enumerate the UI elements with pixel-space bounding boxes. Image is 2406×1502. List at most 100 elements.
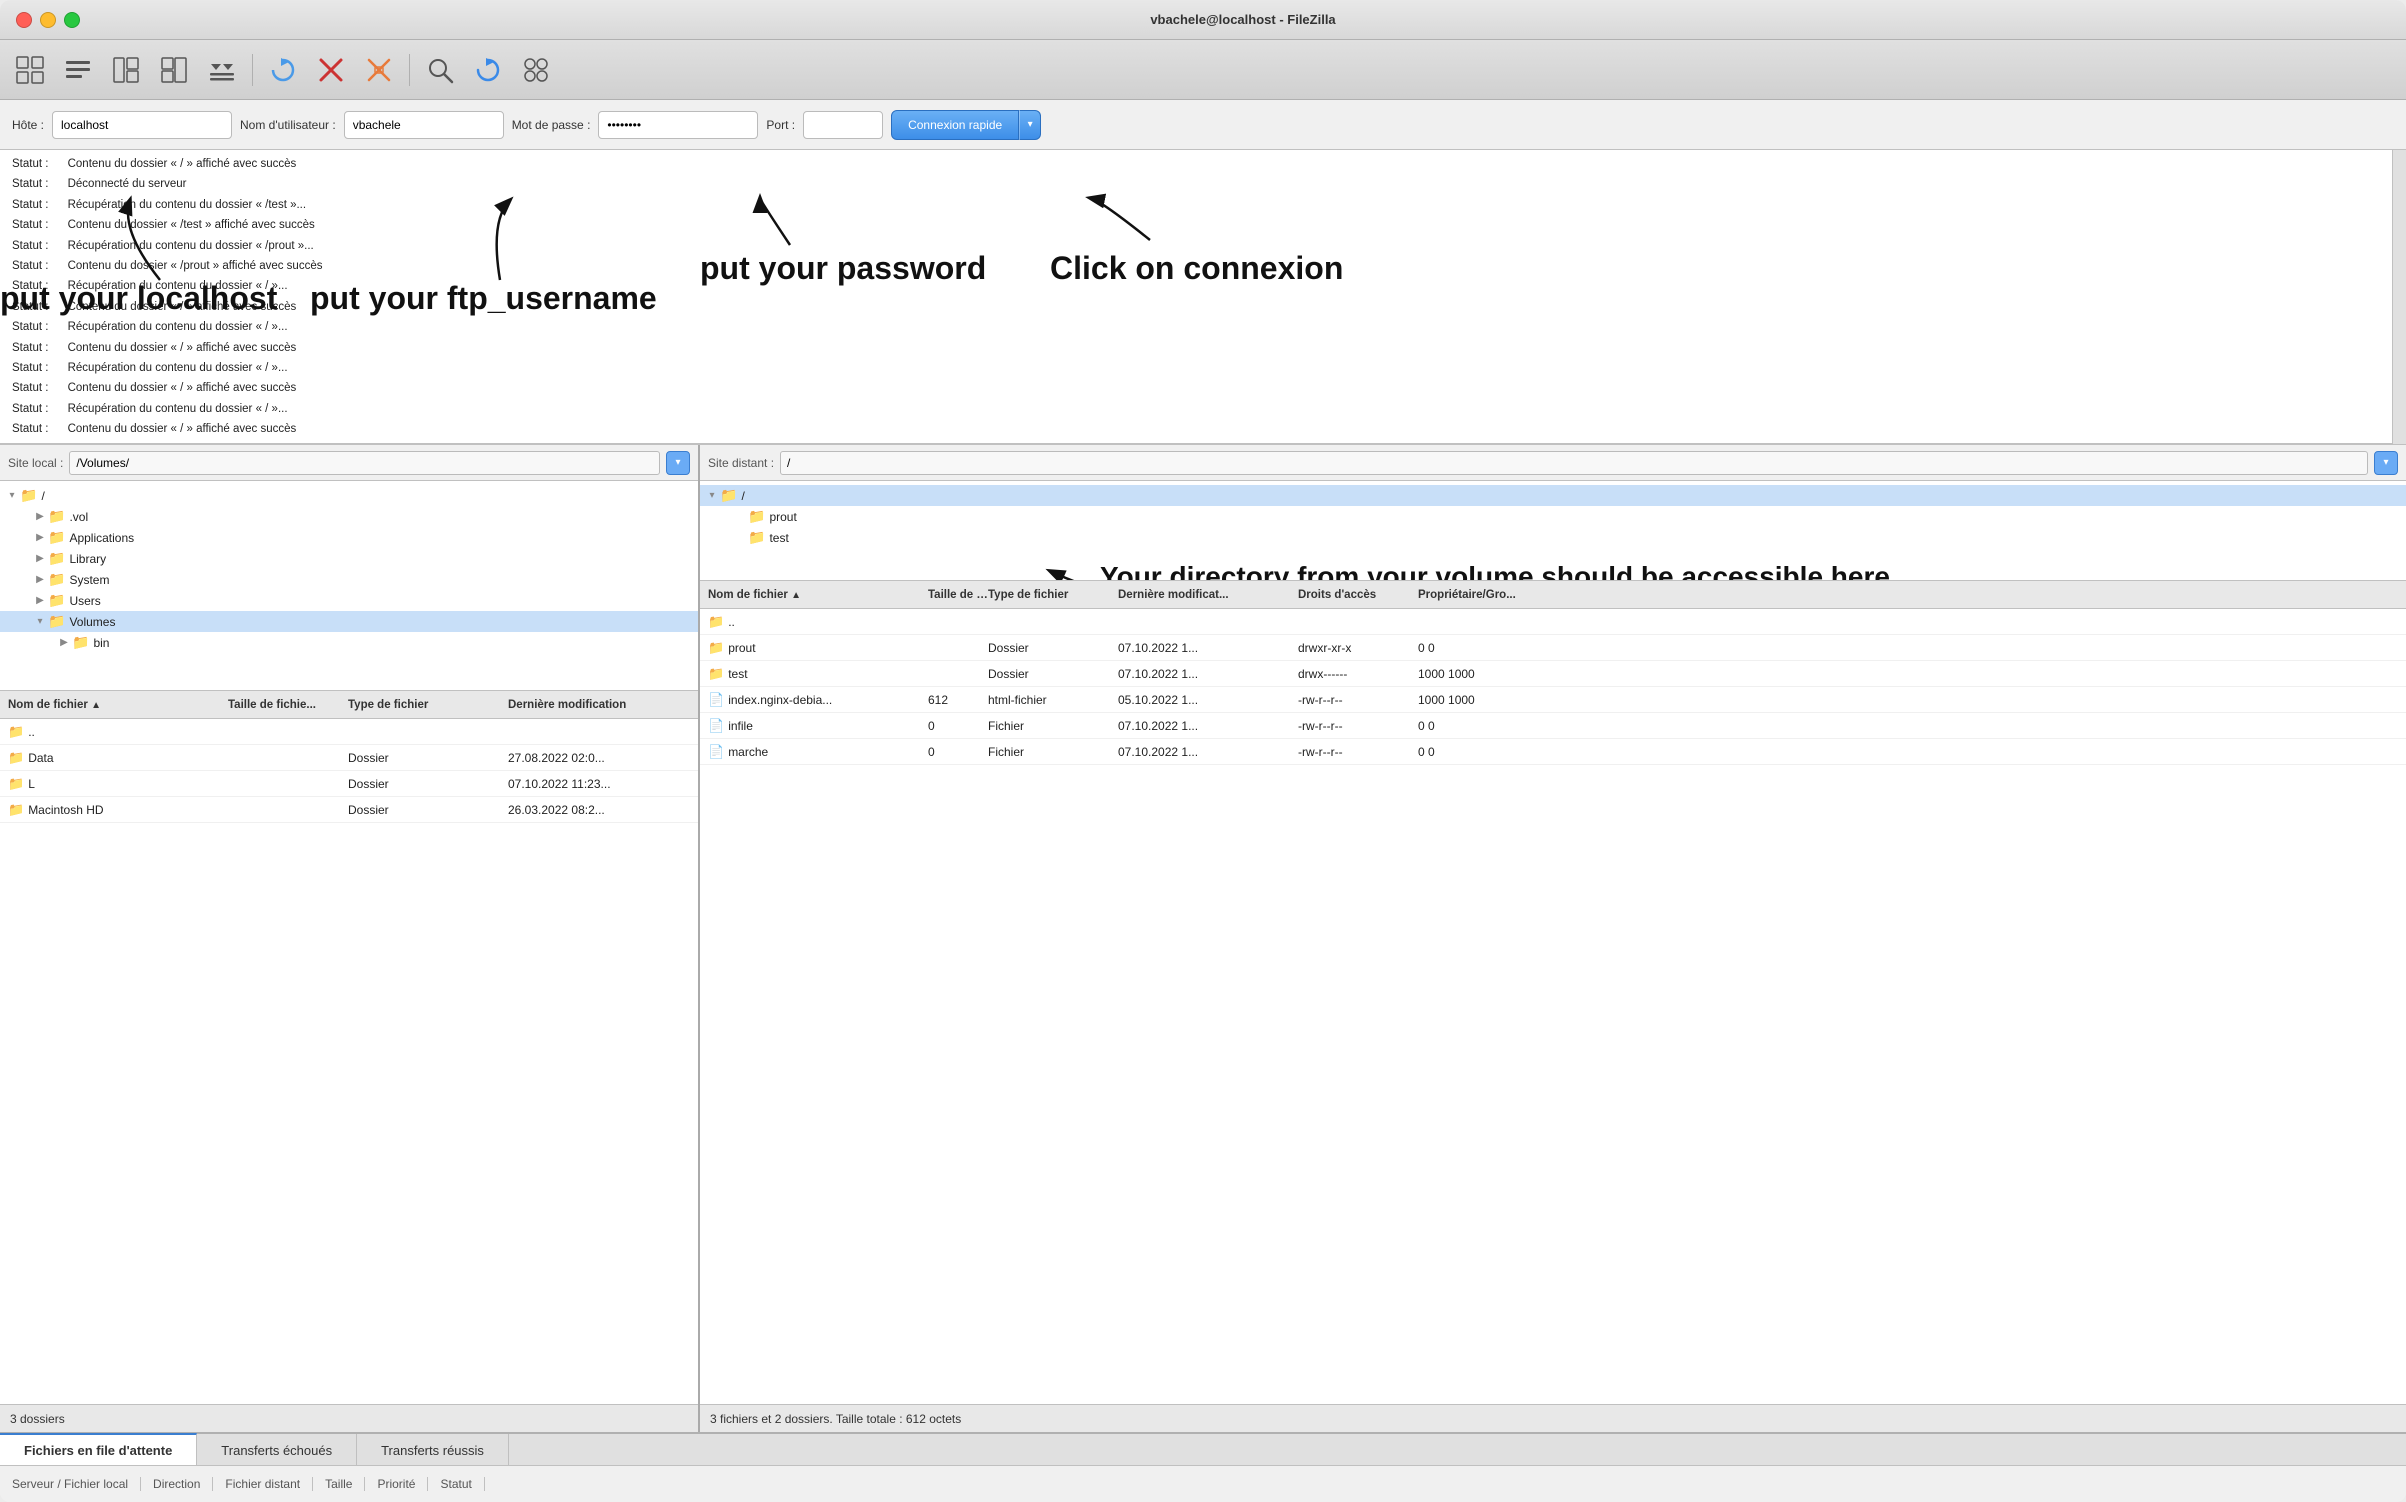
folder-icon: 📁	[48, 550, 65, 567]
local-file-row[interactable]: 📁Data Dossier 27.08.2022 02:0...	[0, 745, 698, 771]
log-line: Statut : Contenu du dossier « / » affich…	[0, 338, 2392, 358]
password-label: Mot de passe :	[512, 118, 591, 132]
local-file-row[interactable]: 📁..	[0, 719, 698, 745]
folder-icon: 📁	[720, 487, 737, 504]
remote-file-row[interactable]: 📁test Dossier 07.10.2022 1... drwx------…	[700, 661, 2406, 687]
connect-button[interactable]: Connexion rapide	[891, 110, 1019, 140]
tree-item-system[interactable]: ▶ 📁 System	[0, 569, 698, 590]
local-file-row[interactable]: 📁Macintosh HD Dossier 26.03.2022 08:2...	[0, 797, 698, 823]
log-line: Statut : Contenu du dossier « / » affich…	[0, 297, 2392, 317]
remote-date-cell: 07.10.2022 1...	[1118, 719, 1298, 733]
remote-file-row[interactable]: 📁prout Dossier 07.10.2022 1... drwxr-xr-…	[700, 635, 2406, 661]
remote-file-row[interactable]: 📄infile 0 Fichier 07.10.2022 1... -rw-r-…	[700, 713, 2406, 739]
tree-item-label: /	[741, 489, 744, 503]
connection-bar: Hôte : Nom d'utilisateur : Mot de passe …	[0, 100, 2406, 150]
search-button[interactable]	[418, 48, 462, 92]
remote-file-tree: ▾ 📁 / 📁 prout 📁 test Your directory from…	[700, 481, 2406, 581]
disconnect-button[interactable]	[357, 48, 401, 92]
remote-owner-cell: 0 0	[1418, 641, 2398, 655]
remote-col-owner: Propriétaire/Gro...	[1418, 589, 2398, 601]
tree-item-applications[interactable]: ▶ 📁 Applications	[0, 527, 698, 548]
log-scrollbar[interactable]	[2392, 150, 2406, 444]
folder-icon: 📁	[748, 508, 765, 525]
remote-owner-cell: 1000 1000	[1418, 693, 2398, 707]
remote-panel-label: Site distant :	[708, 456, 774, 470]
panels-area: Site local : ▾ ▾ 📁 / ▶ 📁 .vol ▶ 📁	[0, 445, 2406, 1432]
filename-cell: 📁..	[8, 724, 228, 740]
local-path-dropdown[interactable]: ▾	[666, 451, 690, 475]
remote-date-cell: 07.10.2022 1...	[1118, 667, 1298, 681]
folder-icon: 📁	[48, 592, 65, 609]
tree-item-prout[interactable]: 📁 prout	[700, 506, 2406, 527]
queue-col-remote: Fichier distant	[225, 1477, 313, 1491]
tree-item-vol[interactable]: ▶ 📁 .vol	[0, 506, 698, 527]
minimize-button[interactable]	[40, 12, 56, 28]
log-line: Statut : Récupération du contenu du doss…	[0, 236, 2392, 256]
tree-item-test[interactable]: 📁 test	[700, 527, 2406, 548]
host-label: Hôte :	[12, 118, 44, 132]
filedate-cell: 26.03.2022 08:2...	[508, 803, 698, 817]
queue-tab-pending[interactable]: Fichiers en file d'attente	[0, 1433, 197, 1465]
log-line: Statut : Récupération du contenu du doss…	[0, 358, 2392, 378]
filetype-cell: Dossier	[348, 777, 508, 791]
remote-type-cell: Dossier	[988, 667, 1118, 681]
folder-icon: 📁	[72, 634, 89, 651]
local-status-bar: 3 dossiers	[0, 1404, 698, 1432]
col-date: Dernière modification	[508, 699, 698, 711]
toolbar-separator-2	[409, 54, 410, 86]
local-file-row[interactable]: 📁L Dossier 07.10.2022 11:23...	[0, 771, 698, 797]
remote-path-dropdown[interactable]: ▾	[2374, 451, 2398, 475]
tree-item-remote-root[interactable]: ▾ 📁 /	[700, 485, 2406, 506]
password-input[interactable]	[598, 111, 758, 139]
remote-filename-cell: 📄index.nginx-debia...	[708, 692, 928, 708]
log-line: Statut : Contenu du dossier « / » affich…	[0, 419, 2392, 439]
remote-owner-cell: 1000 1000	[1418, 667, 2398, 681]
transfer-queue-button[interactable]	[200, 48, 244, 92]
remote-col-date: Dernière modificat...	[1118, 589, 1298, 601]
remote-file-list: Nom de fichier ▲ Taille de fichie... Typ…	[700, 581, 2406, 1404]
close-button[interactable]	[16, 12, 32, 28]
queue-tab-failed[interactable]: Transferts échoués	[197, 1434, 357, 1466]
stop-button[interactable]	[309, 48, 353, 92]
site-manager-button[interactable]	[8, 48, 52, 92]
log-line: Statut : Récupération du contenu du doss…	[0, 195, 2392, 215]
reconnect-button[interactable]	[261, 48, 305, 92]
tree-item-root[interactable]: ▾ 📁 /	[0, 485, 698, 506]
remote-size-cell: 0	[928, 745, 988, 759]
tree-item-bin[interactable]: ▶ 📁 bin	[0, 632, 698, 653]
col-filesize: Taille de fichie...	[228, 699, 348, 711]
remote-file-row[interactable]: 📁..	[700, 609, 2406, 635]
filetype-cell: Dossier	[348, 751, 508, 765]
local-tree-toggle-button[interactable]	[104, 48, 148, 92]
tree-item-volumes[interactable]: ▾ 📁 Volumes	[0, 611, 698, 632]
remote-path-input[interactable]	[780, 451, 2368, 475]
title-bar: vbachele@localhost - FileZilla	[0, 0, 2406, 40]
port-input[interactable]	[803, 111, 883, 139]
local-path-input[interactable]	[69, 451, 660, 475]
remote-col-rights: Droits d'accès	[1298, 589, 1418, 601]
col-filetype: Type de fichier	[348, 699, 508, 711]
remote-type-cell: html-fichier	[988, 693, 1118, 707]
remote-status-text: 3 fichiers et 2 dossiers. Taille totale …	[710, 1412, 961, 1426]
annotation-directory: Your directory from your volume should b…	[1100, 561, 1900, 581]
log-toggle-button[interactable]	[56, 48, 100, 92]
tree-item-label: bin	[93, 636, 109, 650]
maximize-button[interactable]	[64, 12, 80, 28]
remote-file-row[interactable]: 📄marche 0 Fichier 07.10.2022 1... -rw-r-…	[700, 739, 2406, 765]
folder-icon: 📁	[748, 529, 765, 546]
host-input[interactable]	[52, 111, 232, 139]
remote-tree-toggle-button[interactable]	[152, 48, 196, 92]
tree-item-users[interactable]: ▶ 📁 Users	[0, 590, 698, 611]
queue-tab-success[interactable]: Transferts réussis	[357, 1434, 509, 1466]
refresh-button[interactable]	[466, 48, 510, 92]
remote-owner-cell: 0 0	[1418, 719, 2398, 733]
filter-button[interactable]	[514, 48, 558, 92]
folder-icon: 📁	[48, 571, 65, 588]
window-title: vbachele@localhost - FileZilla	[96, 12, 2390, 27]
connect-dropdown-button[interactable]: ▾	[1019, 110, 1041, 140]
queue-col-server: Serveur / Fichier local	[12, 1477, 141, 1491]
tree-item-library[interactable]: ▶ 📁 Library	[0, 548, 698, 569]
username-input[interactable]	[344, 111, 504, 139]
toolbar-separator-1	[252, 54, 253, 86]
remote-file-row[interactable]: 📄index.nginx-debia... 612 html-fichier 0…	[700, 687, 2406, 713]
